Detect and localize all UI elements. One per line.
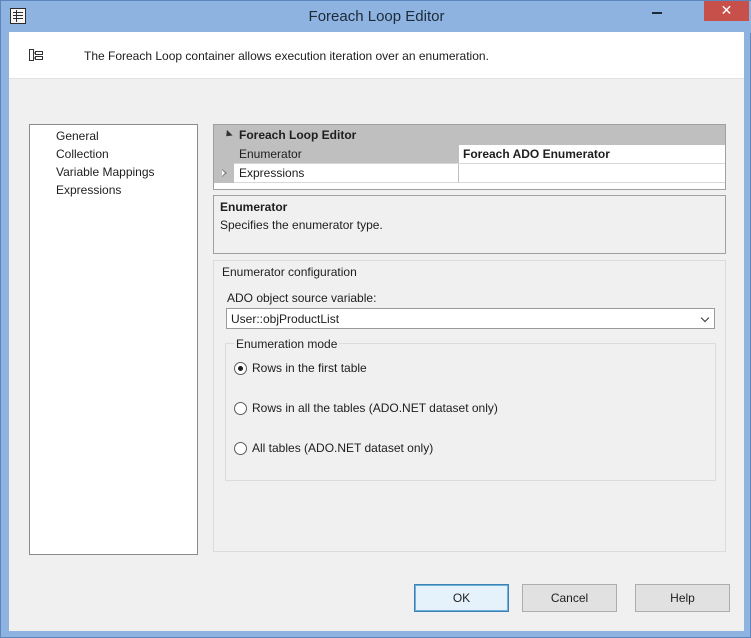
source-variable-value: User::objProductList xyxy=(231,312,340,326)
enumeration-mode-group: Enumeration mode Rows in the first table… xyxy=(225,337,716,481)
dialog-window: Foreach Loop Editor ✕ The Foreach Loop c… xyxy=(0,0,751,638)
radio-label[interactable]: Rows in the first table xyxy=(252,360,367,376)
grid-category-label: Foreach Loop Editor xyxy=(239,128,357,142)
property-description-box: Enumerator Specifies the enumerator type… xyxy=(213,195,726,254)
ok-button[interactable]: OK xyxy=(414,584,509,612)
source-variable-dropdown[interactable]: User::objProductList xyxy=(226,308,715,329)
source-variable-label: ADO object source variable: xyxy=(227,291,377,305)
header-description: The Foreach Loop container allows execut… xyxy=(84,49,489,63)
enumerator-configuration-panel: Enumerator configuration ADO object sour… xyxy=(213,260,726,552)
nav-panel: General Collection Variable Mappings Exp… xyxy=(29,124,198,555)
nav-item-variable-mappings[interactable]: Variable Mappings xyxy=(55,164,156,180)
radio-button[interactable] xyxy=(234,362,247,375)
radio-button[interactable] xyxy=(234,442,247,455)
title-bar[interactable]: Foreach Loop Editor ✕ xyxy=(1,1,751,33)
radio-label[interactable]: Rows in all the tables (ADO.NET dataset … xyxy=(252,400,498,416)
grid-gutter xyxy=(214,145,234,164)
enumeration-mode-caption: Enumeration mode xyxy=(234,337,340,351)
help-button[interactable]: Help xyxy=(635,584,730,612)
nav-item-expressions[interactable]: Expressions xyxy=(55,182,122,198)
grid-property-value[interactable]: Foreach ADO Enumerator xyxy=(460,145,725,164)
header-strip: The Foreach Loop container allows execut… xyxy=(9,32,744,79)
grid-property-name[interactable]: Expressions xyxy=(234,164,459,183)
description-text: Specifies the enumerator type. xyxy=(220,218,383,232)
nav-item-collection[interactable]: Collection xyxy=(55,146,110,162)
property-grid: Foreach Loop Editor Enumerator Foreach A… xyxy=(213,124,726,190)
radio-label[interactable]: All tables (ADO.NET dataset only) xyxy=(252,440,433,456)
grid-category-row[interactable]: Foreach Loop Editor xyxy=(214,125,725,145)
nav-item-general[interactable]: General xyxy=(55,128,100,144)
grid-row-divider xyxy=(234,182,725,183)
chevron-down-icon[interactable] xyxy=(697,309,714,328)
description-title: Enumerator xyxy=(220,200,288,214)
grid-property-value[interactable] xyxy=(460,164,725,183)
window-title: Foreach Loop Editor xyxy=(308,8,445,25)
grid-row-enumerator[interactable]: Enumerator Foreach ADO Enumerator xyxy=(214,145,725,164)
radio-button[interactable] xyxy=(234,402,247,415)
collapse-icon[interactable] xyxy=(223,129,233,140)
container-icon xyxy=(29,49,43,61)
grid-gutter xyxy=(214,164,234,183)
expand-icon[interactable] xyxy=(222,169,227,177)
grid-property-name[interactable]: Enumerator xyxy=(234,145,459,164)
cancel-button[interactable]: Cancel xyxy=(522,584,617,612)
dialog-client: The Foreach Loop container allows execut… xyxy=(9,32,744,631)
config-caption: Enumerator configuration xyxy=(222,265,357,279)
minimize-icon xyxy=(652,12,662,14)
grid-row-expressions[interactable]: Expressions xyxy=(214,164,725,183)
minimize-button[interactable] xyxy=(640,2,674,23)
close-button[interactable]: ✕ xyxy=(704,1,749,21)
